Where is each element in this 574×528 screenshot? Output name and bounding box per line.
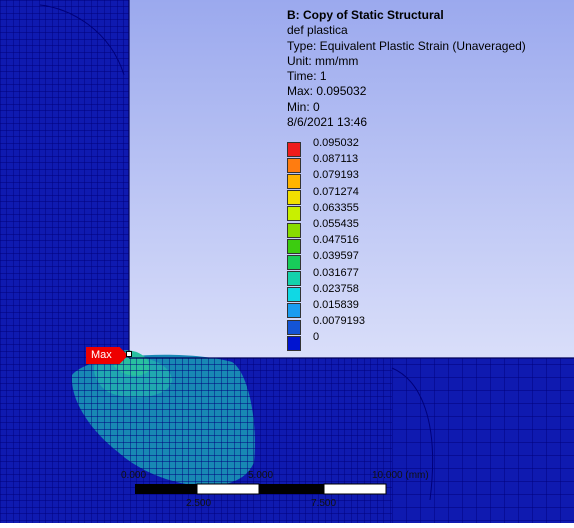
legend-value: 0.095032 xyxy=(313,137,359,150)
result-info-panel: B: Copy of Static Structural def plastic… xyxy=(287,8,526,130)
legend-value: 0.031677 xyxy=(313,266,359,279)
legend-value: 0.079193 xyxy=(313,169,359,182)
legend-value: 0.0079193 xyxy=(313,315,365,328)
color-legend[interactable]: 0.095032 0.087113 0.079193 0.071274 0.063355… xyxy=(287,137,365,351)
fine-mesh-vertical xyxy=(0,0,129,358)
legend-swatch xyxy=(287,190,301,206)
max-probe-label[interactable]: Max xyxy=(86,347,128,364)
scale-label-start: 0.000 xyxy=(121,470,147,481)
scale-label-quarter: 2.500 xyxy=(186,498,212,509)
legend-swatch xyxy=(287,335,301,351)
scale-label-end: 10.000 (mm) xyxy=(372,470,429,481)
legend-swatch xyxy=(287,319,301,335)
result-title: B: Copy of Static Structural xyxy=(287,8,444,22)
legend-swatch xyxy=(287,238,301,254)
scale-label-mid: 5.000 xyxy=(248,470,274,481)
legend-swatch xyxy=(287,141,301,157)
legend-value: 0.087113 xyxy=(313,153,359,166)
legend-value: 0.039597 xyxy=(313,250,359,263)
result-name: def plastica xyxy=(287,23,348,38)
legend-swatch xyxy=(287,254,301,270)
legend-value: 0 xyxy=(313,331,320,344)
scale-bar-segment xyxy=(259,484,324,494)
model-viewport[interactable]: B: Copy of Static Structural def plastic… xyxy=(0,0,574,523)
legend-value: 0.055435 xyxy=(313,218,359,231)
legend-value: 0.071274 xyxy=(313,185,359,198)
scale-bar-segment xyxy=(196,483,260,495)
result-max: Max: 0.095032 xyxy=(287,84,367,99)
legend-swatch xyxy=(287,222,301,238)
legend-value: 0.047516 xyxy=(313,234,359,247)
legend-swatch xyxy=(287,206,301,222)
legend-swatch xyxy=(287,303,301,319)
coarse-mesh-right xyxy=(392,358,574,523)
result-time: Time: 1 xyxy=(287,69,327,84)
result-min: Min: 0 xyxy=(287,99,320,114)
legend-value: 0.015839 xyxy=(313,298,359,311)
legend-swatch xyxy=(287,173,301,189)
legend-swatch xyxy=(287,157,301,173)
result-type: Type: Equivalent Plastic Strain (Unavera… xyxy=(287,38,526,53)
legend-swatch xyxy=(287,271,301,287)
legend-swatch xyxy=(287,287,301,303)
scale-bar-segment xyxy=(135,484,197,494)
legend-level: 0 xyxy=(287,331,365,351)
result-date: 8/6/2021 13:46 xyxy=(287,115,368,130)
legend-value: 0.023758 xyxy=(313,282,359,295)
max-probe-marker xyxy=(126,351,132,357)
scale-bar-segment xyxy=(323,483,387,495)
legend-level: 0.0079193 xyxy=(287,315,365,335)
result-unit: Unit: mm/mm xyxy=(287,53,359,68)
scale-label-three-quarter: 7.500 xyxy=(311,498,337,509)
legend-value: 0.063355 xyxy=(313,201,359,214)
